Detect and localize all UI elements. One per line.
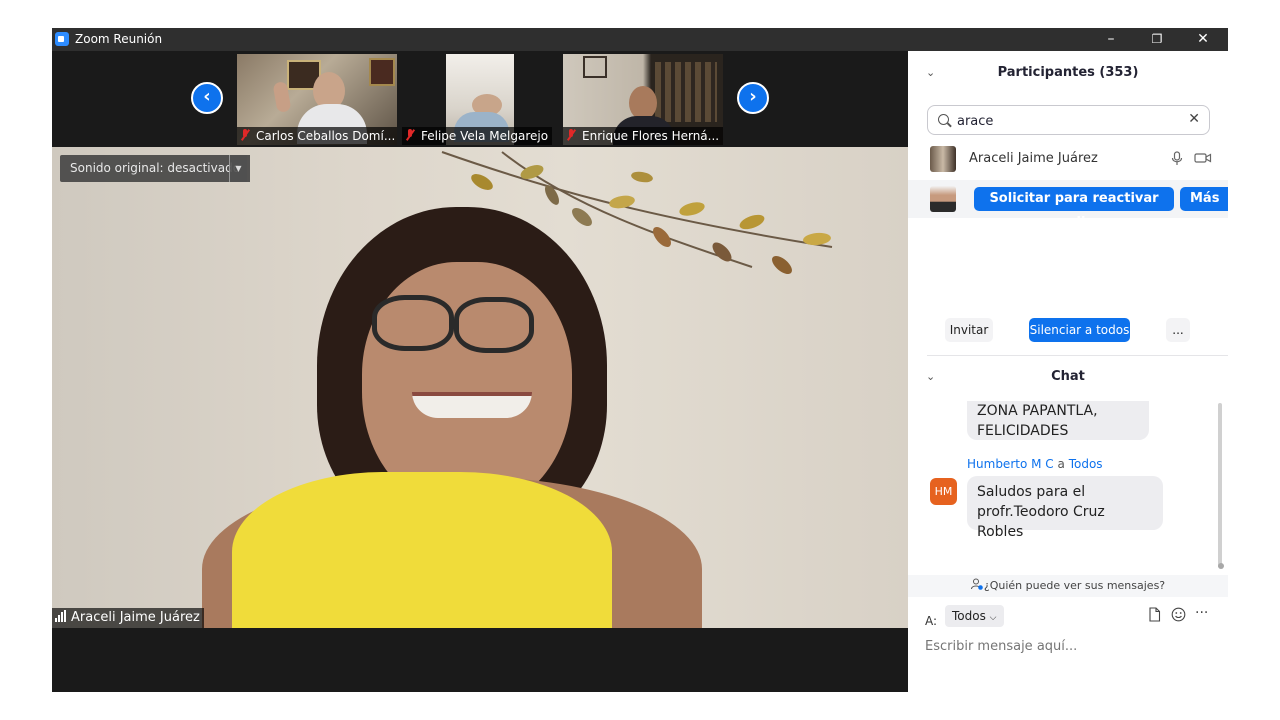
zoom-window: Zoom Reunión – ❐ ✕ ‹ Carlos Ceballos Dom… [52, 28, 1228, 692]
participant-name: Araceli Jaime Juárez [969, 151, 1098, 166]
participant-thumbnail[interactable]: Carlos Ceballos Domí... [237, 54, 397, 145]
zoom-app-icon [55, 32, 69, 46]
active-speaker-video: Sonido original: desactivado ▼ Araceli J… [52, 147, 908, 628]
chat-more-icon[interactable]: ··· [1195, 605, 1208, 621]
recipient-label: A: [925, 614, 938, 628]
participant-name: Enrique Flores Herná... [582, 129, 720, 143]
speaker-glasses-right [454, 297, 534, 353]
clear-search-icon[interactable]: ✕ [1188, 111, 1200, 127]
recipient-dropdown[interactable]: Todos ⌵ [945, 605, 1004, 627]
side-panel: ⌄ Participantes (353) ✕ Araceli Jaime Ju… [908, 51, 1228, 692]
original-sound-dropdown[interactable]: ▼ [229, 155, 247, 182]
sender-separator: a [1057, 457, 1065, 471]
message-sender: Humberto M C a Todos [967, 457, 1103, 471]
speaker-glasses-left [372, 295, 454, 351]
signal-strength-icon [55, 609, 67, 628]
speaker-smile [412, 392, 532, 418]
minimize-button[interactable]: – [1096, 29, 1126, 49]
thumbnail-name-tag: Carlos Ceballos Domí... [237, 127, 397, 145]
search-icon [938, 114, 949, 125]
chat-bubble: ZONA PAPANTLA, FELICIDADES [967, 401, 1149, 440]
next-page-button[interactable]: › [737, 82, 769, 114]
chat-bubble: Saludos para el profr.Teodoro Cruz Roble… [967, 476, 1163, 540]
prev-page-button[interactable]: ‹ [191, 82, 223, 114]
recipient-value: Todos [952, 609, 986, 623]
thumbnail-strip: ‹ Carlos Ceballos Domí... Felipe Vela Me… [52, 51, 908, 147]
participant-search: ✕ [927, 105, 1210, 135]
thumbnail-name-tag: Felipe Vela Melgarejo [402, 127, 552, 145]
message-line: ZONA PAPANTLA, [977, 403, 1098, 419]
chat-scrollbar[interactable] [1218, 403, 1222, 568]
participant-row-hover[interactable]: Solicitar para reactivar audio Más [908, 180, 1228, 230]
collapse-chat-icon[interactable]: ⌄ [926, 357, 935, 397]
video-camera-icon [1194, 151, 1212, 169]
video-area: ‹ Carlos Ceballos Domí... Felipe Vela Me… [52, 51, 908, 692]
section-divider [927, 355, 1228, 356]
message-line: FELICIDADES [977, 423, 1069, 439]
participants-more-button[interactable]: ... [1166, 318, 1190, 342]
invite-button[interactable]: Invitar [945, 318, 993, 342]
collapse-participants-icon[interactable]: ⌄ [926, 53, 935, 93]
title-bar: Zoom Reunión – ❐ ✕ [52, 28, 1228, 51]
person-info-icon [970, 576, 983, 590]
message-line: Saludos para el [977, 484, 1086, 500]
file-icon[interactable] [1148, 607, 1161, 626]
participant-row[interactable]: Araceli Jaime Juárez [908, 140, 1228, 178]
muted-mic-icon [405, 129, 415, 141]
mute-all-button[interactable]: Silenciar a todos [1029, 318, 1130, 342]
participant-search-input[interactable] [955, 110, 1179, 132]
participant-name: Carlos Ceballos Domí... [256, 129, 396, 143]
restore-button[interactable]: ❐ [1142, 29, 1172, 49]
avatar: HM [930, 478, 957, 505]
speaker-name-tag: Araceli Jaime Juárez [52, 608, 204, 628]
message-line: profr.Teodoro Cruz Robles [977, 504, 1105, 540]
recipient-name: Todos [1068, 457, 1103, 471]
more-button[interactable]: Más [1180, 187, 1228, 211]
participants-header: ⌄ Participantes (353) [908, 53, 1228, 93]
participant-thumbnail[interactable]: Enrique Flores Herná... [563, 54, 723, 145]
muted-mic-icon [240, 129, 250, 141]
scrollbar-thumb[interactable] [1218, 563, 1224, 569]
microphone-icon [1171, 151, 1183, 170]
request-unmute-button[interactable]: Solicitar para reactivar audio [974, 187, 1174, 230]
participant-name: Felipe Vela Melgarejo [421, 129, 549, 143]
chevron-down-icon: ⌵ [989, 613, 997, 623]
chat-messages: ZONA PAPANTLA, FELICIDADES Humberto M C … [908, 401, 1228, 575]
emoji-icon[interactable] [1171, 607, 1186, 626]
who-can-see-label: ¿Quién puede ver sus mensajes? [983, 579, 1166, 592]
close-button[interactable]: ✕ [1188, 29, 1218, 49]
participants-title: Participantes (353) [997, 65, 1139, 80]
chat-header: ⌄ Chat [908, 357, 1228, 397]
who-can-see-messages[interactable]: ¿Quién puede ver sus mensajes? [908, 575, 1228, 597]
chat-title: Chat [1051, 369, 1085, 384]
avatar [930, 186, 956, 212]
window-title: Zoom Reunión [75, 32, 163, 46]
speaker-yellow-top [232, 472, 612, 628]
chat-message-input[interactable] [925, 636, 1215, 656]
thumbnail-name-tag: Enrique Flores Herná... [563, 127, 723, 145]
original-sound-toggle[interactable]: Sonido original: desactivado [60, 155, 251, 182]
muted-mic-icon [566, 129, 576, 141]
sender-name[interactable]: Humberto M C [967, 457, 1054, 471]
participant-thumbnail[interactable]: Felipe Vela Melgarejo [402, 54, 552, 145]
avatar [930, 146, 956, 172]
speaker-name: Araceli Jaime Juárez [71, 610, 200, 625]
